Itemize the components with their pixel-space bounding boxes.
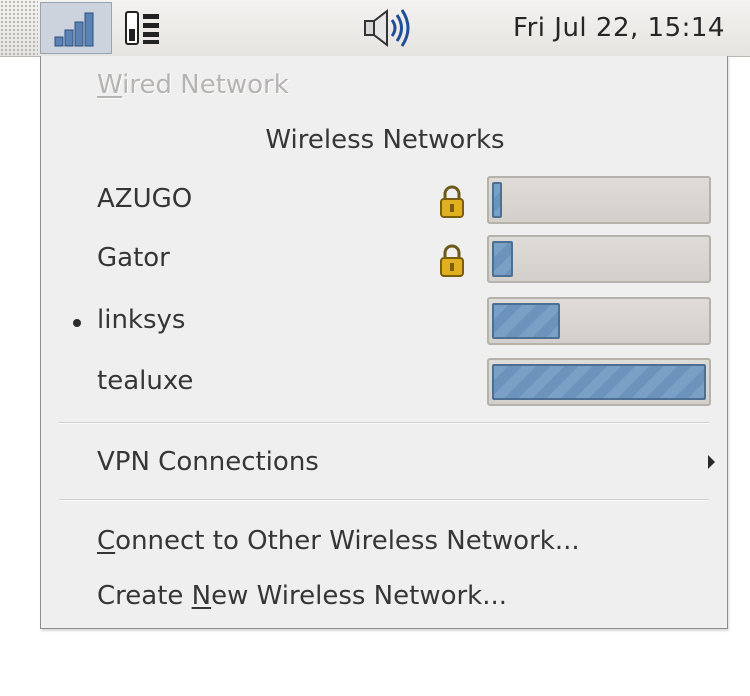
signal-strength-fill — [492, 364, 706, 400]
network-name: linksys — [97, 305, 186, 335]
submenu-arrow-icon — [708, 455, 715, 469]
system-monitor-applet[interactable] — [114, 2, 172, 54]
menu-item-label: onnect to Other Wireless Network... — [115, 526, 580, 556]
network-manager-applet[interactable] — [40, 2, 112, 54]
signal-strength-bar — [487, 358, 711, 406]
signal-strength-fill — [492, 241, 513, 277]
network-menu: Wired Network Wireless Networks AZUGO Ga… — [40, 56, 728, 629]
wireless-networks-heading: Wireless Networks — [265, 125, 505, 155]
network-name: tealuxe — [97, 366, 194, 396]
lock-icon — [440, 244, 464, 277]
volume-icon — [364, 8, 410, 48]
menu-item-label: Create — [97, 581, 192, 611]
network-row-linksys[interactable]: linksys — [41, 297, 729, 349]
menu-separator — [59, 499, 709, 501]
lock-icon — [440, 185, 464, 218]
network-row-tealuxe[interactable]: tealuxe — [41, 358, 729, 410]
signal-strength-bar — [487, 297, 711, 345]
signal-strength-bar — [487, 176, 711, 224]
mnemonic: W — [97, 70, 123, 100]
network-signal-icon — [54, 12, 94, 47]
menu-item-vpn-connections[interactable]: VPN Connections — [97, 447, 319, 477]
network-row-gator[interactable]: Gator — [41, 235, 729, 287]
network-name: Gator — [97, 243, 170, 273]
signal-strength-fill — [492, 303, 560, 339]
connected-indicator — [73, 319, 81, 327]
volume-applet[interactable] — [356, 2, 420, 54]
menu-separator — [59, 422, 709, 424]
mnemonic: N — [191, 581, 212, 611]
network-name: AZUGO — [97, 184, 193, 214]
signal-strength-fill — [492, 182, 502, 218]
menu-item-label: ired Network — [122, 70, 289, 100]
mnemonic: C — [97, 526, 116, 556]
system-monitor-icon — [125, 11, 159, 45]
menu-item-wired-network[interactable]: Wired Network — [97, 70, 289, 100]
menu-item-label: ew Wireless Network... — [211, 581, 508, 611]
menu-item-connect-other-wireless[interactable]: Connect to Other Wireless Network... — [97, 526, 580, 556]
panel-drag-handle[interactable] — [0, 0, 38, 56]
signal-strength-bar — [487, 235, 711, 283]
menu-item-create-new-wireless[interactable]: Create New Wireless Network... — [97, 581, 507, 611]
top-panel: Fri Jul 22, 15:14 — [0, 0, 750, 57]
clock[interactable]: Fri Jul 22, 15:14 — [488, 0, 750, 56]
network-row-azugo[interactable]: AZUGO — [41, 176, 729, 228]
